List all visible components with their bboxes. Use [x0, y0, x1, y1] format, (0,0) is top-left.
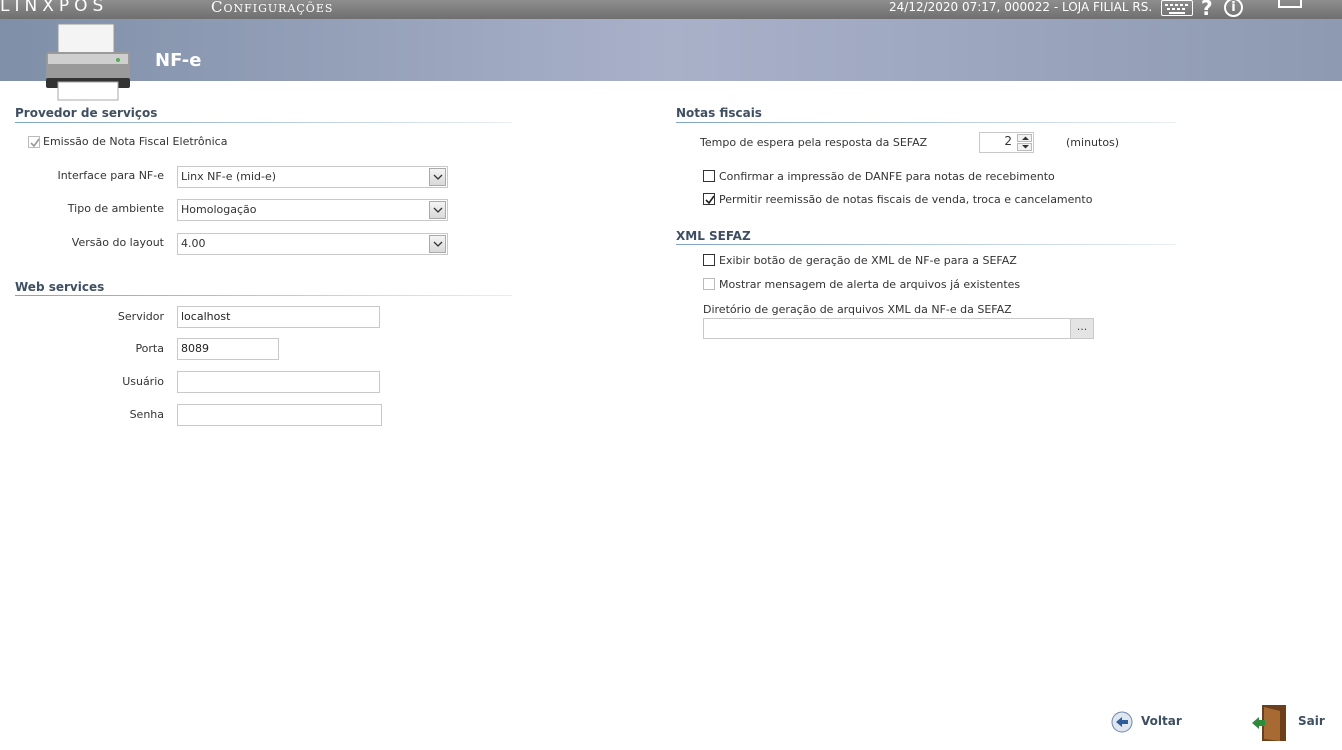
- exibir-xml-label: Exibir botão de geração de XML de NF-e p…: [719, 254, 1017, 267]
- versao-label: Versão do layout: [71, 236, 164, 249]
- servidor-label: Servidor: [117, 310, 164, 323]
- senha-label: Senha: [129, 408, 164, 421]
- section-divider: [15, 295, 512, 296]
- keyboard-icon[interactable]: [1161, 0, 1193, 16]
- interface-label: Interface para NF-e: [57, 169, 164, 182]
- diretorio-input[interactable]: ...: [703, 318, 1094, 339]
- confirmar-danfe-label: Confirmar a impressão de DANFE para nota…: [719, 170, 1055, 183]
- usuario-label: Usuário: [122, 375, 164, 388]
- interface-value: Linx NF-e (mid-e): [181, 170, 277, 183]
- porta-label: Porta: [135, 342, 164, 355]
- section-divider: [676, 244, 1176, 245]
- stepper-up-icon[interactable]: [1017, 134, 1032, 142]
- diretorio-label: Diretório de geração de arquivos XML da …: [703, 303, 1012, 316]
- emissao-label: Emissão de Nota Fiscal Eletrônica: [43, 135, 228, 148]
- chevron-down-icon[interactable]: [429, 201, 446, 219]
- back-arrow-icon[interactable]: [1111, 711, 1133, 733]
- senha-input[interactable]: [177, 404, 382, 426]
- app-title: Configurações: [211, 0, 334, 16]
- tempo-unit: (minutos): [1066, 136, 1120, 149]
- usuario-input[interactable]: [177, 371, 380, 393]
- sair-button[interactable]: Sair: [1298, 714, 1325, 728]
- ambiente-select[interactable]: Homologação: [177, 199, 448, 221]
- mostrar-alerta-label: Mostrar mensagem de alerta de arquivos j…: [719, 278, 1021, 291]
- tempo-label: Tempo de espera pela resposta da SEFAZ: [700, 136, 928, 149]
- page-title: NF-e: [155, 50, 202, 71]
- versao-select[interactable]: 4.00: [177, 233, 448, 255]
- versao-value: 4.00: [181, 237, 206, 250]
- section-notas-title: Notas fiscais: [676, 106, 762, 120]
- servidor-input[interactable]: localhost: [177, 306, 380, 328]
- exit-door-icon[interactable]: [1250, 703, 1290, 743]
- datetime-store: 24/12/2020 07:17, 000022 - LOJA FILIAL R…: [889, 0, 1153, 14]
- permitir-reemissao-label: Permitir reemissão de notas fiscais de v…: [719, 193, 1093, 206]
- ambiente-label: Tipo de ambiente: [67, 202, 164, 215]
- mostrar-alerta-checkbox[interactable]: [703, 278, 715, 290]
- permitir-reemissao-checkbox[interactable]: [703, 193, 715, 205]
- printer-icon: [46, 23, 130, 101]
- ambiente-value: Homologação: [181, 203, 257, 216]
- section-provedor-title: Provedor de serviços: [15, 106, 158, 120]
- emissao-checkbox[interactable]: [28, 136, 40, 148]
- section-divider: [15, 122, 512, 123]
- tempo-stepper[interactable]: 2: [979, 132, 1034, 153]
- porta-input[interactable]: 8089: [177, 338, 279, 360]
- chevron-down-icon[interactable]: [429, 168, 446, 186]
- minimize-icon[interactable]: [1278, 0, 1302, 8]
- stepper-down-icon[interactable]: [1017, 143, 1032, 151]
- section-divider: [676, 122, 1176, 123]
- tempo-value: 2: [1004, 134, 1012, 148]
- section-xml-title: XML SEFAZ: [676, 229, 751, 243]
- browse-button[interactable]: ...: [1070, 319, 1093, 338]
- confirmar-danfe-checkbox[interactable]: [703, 170, 715, 182]
- chevron-down-icon[interactable]: [429, 235, 446, 253]
- interface-select[interactable]: Linx NF-e (mid-e): [177, 166, 448, 188]
- help-icon[interactable]: ?: [1201, 0, 1213, 20]
- brand-logo: LINXPOS: [0, 0, 109, 16]
- section-webservices-title: Web services: [15, 280, 105, 294]
- voltar-button[interactable]: Voltar: [1141, 714, 1182, 728]
- exibir-xml-checkbox[interactable]: [703, 254, 715, 266]
